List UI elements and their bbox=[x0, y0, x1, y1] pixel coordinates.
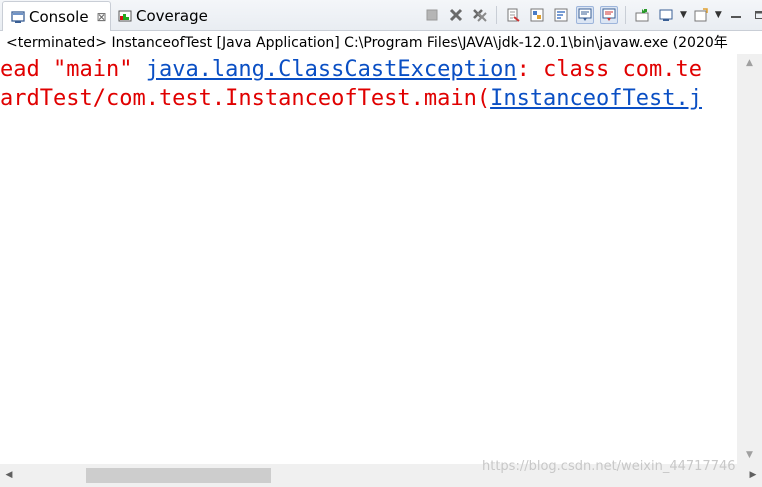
toolbar-separator bbox=[496, 6, 497, 24]
show-on-stdout-icon[interactable] bbox=[576, 6, 594, 24]
toolbar-separator bbox=[625, 6, 626, 24]
exception-link[interactable]: java.lang.ClassCastException bbox=[146, 57, 517, 82]
watermark: https://blog.csdn.net/weixin_44717746 bbox=[482, 459, 736, 474]
scroll-up-icon[interactable]: ▲ bbox=[737, 54, 762, 72]
scroll-down-icon[interactable]: ▼ bbox=[737, 446, 762, 464]
minimize-icon[interactable] bbox=[727, 6, 745, 24]
clear-console-icon[interactable] bbox=[504, 6, 522, 24]
view-tab-bar: Console ⊠ Coverage ▼ ▼ bbox=[0, 0, 762, 31]
error-text: ardTest/com.test.InstanceofTest.main( bbox=[0, 86, 491, 111]
tab-coverage[interactable]: Coverage bbox=[116, 2, 226, 30]
horizontal-scroll-thumb[interactable] bbox=[86, 468, 271, 483]
scroll-lock-icon[interactable] bbox=[528, 6, 546, 24]
tab-console[interactable]: Console ⊠ bbox=[2, 1, 111, 31]
chevron-down-icon[interactable]: ▼ bbox=[680, 10, 687, 20]
scroll-right-icon[interactable]: ▶ bbox=[744, 464, 762, 487]
console-icon bbox=[11, 10, 25, 24]
error-text: ead "main" bbox=[0, 57, 146, 82]
display-console-icon[interactable] bbox=[657, 6, 675, 24]
console-toolbar: ▼ ▼ bbox=[420, 3, 762, 27]
pin-console-icon[interactable] bbox=[633, 6, 651, 24]
open-console-icon[interactable] bbox=[692, 6, 710, 24]
word-wrap-icon[interactable] bbox=[552, 6, 570, 24]
process-status-label: <terminated> InstanceofTest [Java Applic… bbox=[6, 35, 728, 51]
maximize-icon[interactable] bbox=[751, 6, 762, 24]
source-link[interactable]: InstanceofTest.j bbox=[490, 86, 702, 111]
chevron-down-icon[interactable]: ▼ bbox=[715, 10, 722, 20]
coverage-icon bbox=[118, 9, 132, 23]
console-line: ead "main" java.lang.ClassCastException:… bbox=[0, 56, 702, 84]
error-text: : class com.te bbox=[516, 57, 703, 82]
close-icon[interactable]: ⊠ bbox=[97, 10, 107, 24]
scroll-left-icon[interactable]: ◀ bbox=[0, 464, 18, 487]
console-output[interactable]: ead "main" java.lang.ClassCastException:… bbox=[0, 54, 736, 464]
remove-launch-icon[interactable] bbox=[447, 6, 465, 24]
terminate-icon[interactable] bbox=[423, 6, 441, 24]
console-line: ardTest/com.test.InstanceofTest.main(Ins… bbox=[0, 85, 702, 113]
show-on-stderr-icon[interactable] bbox=[600, 6, 618, 24]
tab-coverage-label: Coverage bbox=[136, 7, 208, 25]
remove-all-terminated-icon[interactable] bbox=[471, 6, 489, 24]
tab-console-label: Console bbox=[29, 7, 89, 26]
vertical-scrollbar[interactable]: ▲ ▼ bbox=[737, 54, 762, 464]
